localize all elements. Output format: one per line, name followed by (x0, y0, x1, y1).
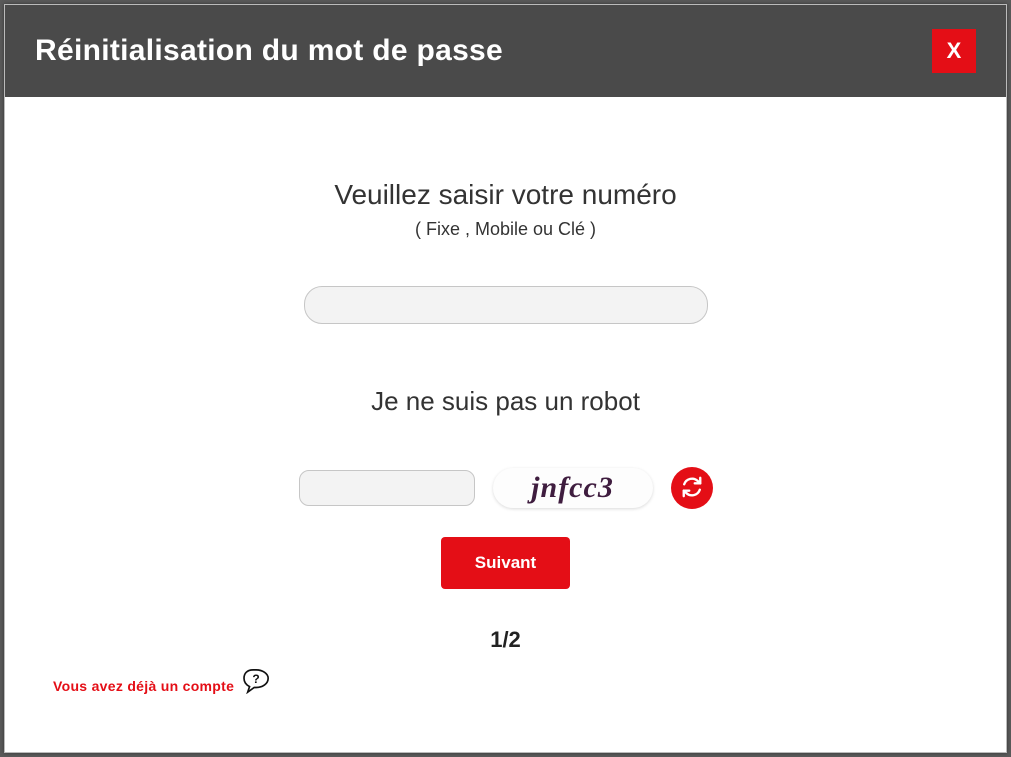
password-reset-modal: Réinitialisation du mot de passe X Veuil… (4, 4, 1007, 753)
help-icon[interactable]: ? (242, 668, 272, 694)
next-button[interactable]: Suivant (441, 537, 570, 589)
captcha-input[interactable] (299, 470, 475, 506)
svg-text:?: ? (253, 672, 260, 686)
existing-account-row: Vous avez déjà un compte ? (53, 668, 272, 704)
form-card: Veuillez saisir votre numéro ( Fixe , Mo… (35, 145, 976, 722)
step-indicator: 1/2 (70, 627, 941, 653)
close-button[interactable]: X (932, 29, 976, 73)
modal-body: Veuillez saisir votre numéro ( Fixe , Mo… (5, 97, 1006, 752)
modal-header: Réinitialisation du mot de passe X (5, 5, 1006, 97)
next-button-wrap: Suivant (70, 537, 941, 589)
prompt-title: Veuillez saisir votre numéro (70, 179, 941, 211)
modal-title: Réinitialisation du mot de passe (35, 34, 503, 68)
existing-account-link[interactable]: Vous avez déjà un compte (53, 678, 234, 694)
captcha-refresh-button[interactable] (671, 467, 713, 509)
number-field-wrap (70, 286, 941, 324)
close-icon: X (947, 38, 962, 64)
phone-number-input[interactable] (304, 286, 708, 324)
captcha-row: jnfcc3 (70, 467, 941, 509)
captcha-image: jnfcc3 (493, 468, 653, 508)
refresh-icon (681, 476, 703, 501)
prompt-subtitle: ( Fixe , Mobile ou Clé ) (70, 219, 941, 240)
captcha-title: Je ne suis pas un robot (70, 386, 941, 417)
